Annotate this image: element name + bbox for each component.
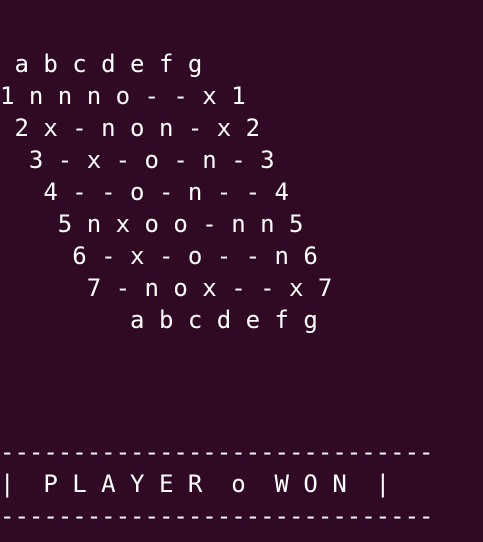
board-row-7: 7 - n o x - - x 7 [0,274,333,302]
banner-bottom-border: ------------------------------ [0,502,434,530]
board-row-2: 2 x - n o n - x 2 [0,114,261,142]
board-row-5: 5 n x o o - n n 5 [0,210,304,238]
board-row-1: 1 n n n o - - x 1 [0,82,246,110]
board-row-3: 3 - x - o - n - 3 [0,146,275,174]
banner-top-border: ------------------------------ [0,438,434,466]
board-column-header: a b c d e f g [0,50,203,78]
board-column-footer: a b c d e f g [0,306,318,334]
winner-message: | P L A Y E R o W O N | [0,470,391,498]
board-row-6: 6 - x - o - - n 6 [0,242,318,270]
terminal-window: a b c d e f g 1 n n n o - - x 1 2 x - n … [0,0,483,542]
board-row-4: 4 - - o - n - - 4 [0,178,289,206]
